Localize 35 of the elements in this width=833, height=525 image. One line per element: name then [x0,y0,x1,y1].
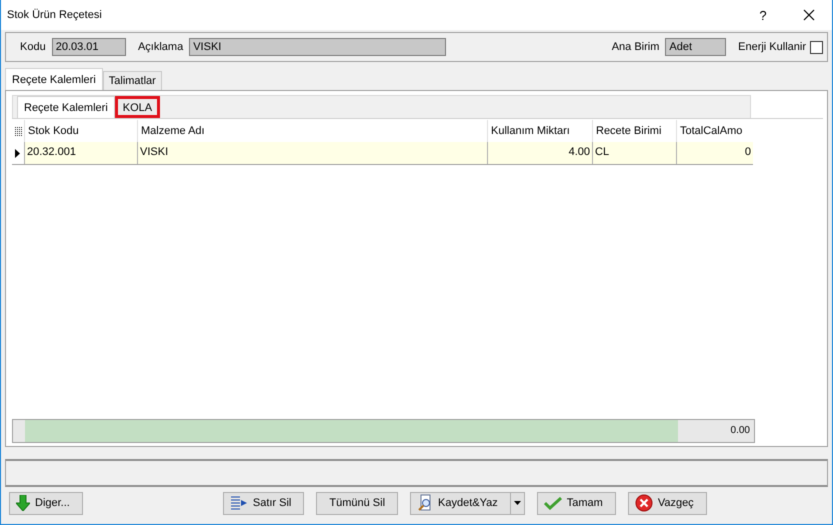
caret-icon [514,501,521,505]
tab[interactable]: KOLA [114,96,160,118]
magnifier-page-icon [417,494,434,512]
table-cell: 4.00 [487,142,592,164]
input-field[interactable]: 20.03.01 [52,38,126,56]
action-button[interactable]: Tümünü Sil [316,492,398,514]
total-value: 0.00 [730,424,751,438]
help-button[interactable]: ? [740,8,786,22]
input-field[interactable]: VISKI [189,38,446,56]
cancel-icon [634,494,653,512]
field-label: Kodu [20,41,46,53]
down-arrow-icon [16,495,30,511]
checkbox-label: Enerji Kullanir [738,41,806,53]
field-label: Ana Birim [612,41,660,53]
field-label: Açıklama [138,41,184,53]
input-field[interactable]: Adet [665,38,726,56]
table-cell: VISKI [137,142,487,164]
tab[interactable]: Reçete Kalemleri [5,68,103,90]
action-button[interactable]: Vazgeç [628,492,707,514]
action-button[interactable]: Tamam [536,492,616,514]
action-button[interactable]: Satır Sil [222,492,304,514]
window-title: Stok Ürün Reçetesi [7,9,103,21]
tab[interactable]: Talimatlar [102,71,162,90]
checkbox[interactable] [810,40,823,54]
tab[interactable]: Reçete Kalemleri [17,96,115,118]
table-cell: CL [592,142,676,164]
check-icon [544,496,562,510]
column-chooser-icon[interactable] [15,126,22,136]
action-button[interactable]: Kaydet&Yaz [410,492,511,514]
table-cell: 0 [676,142,753,164]
action-button[interactable]: Diger... [9,492,83,514]
table-cell: 20.32.001 [24,142,137,164]
close-icon[interactable] [803,9,815,21]
list-arrow-icon [230,496,248,510]
dropdown-button[interactable] [510,492,525,514]
